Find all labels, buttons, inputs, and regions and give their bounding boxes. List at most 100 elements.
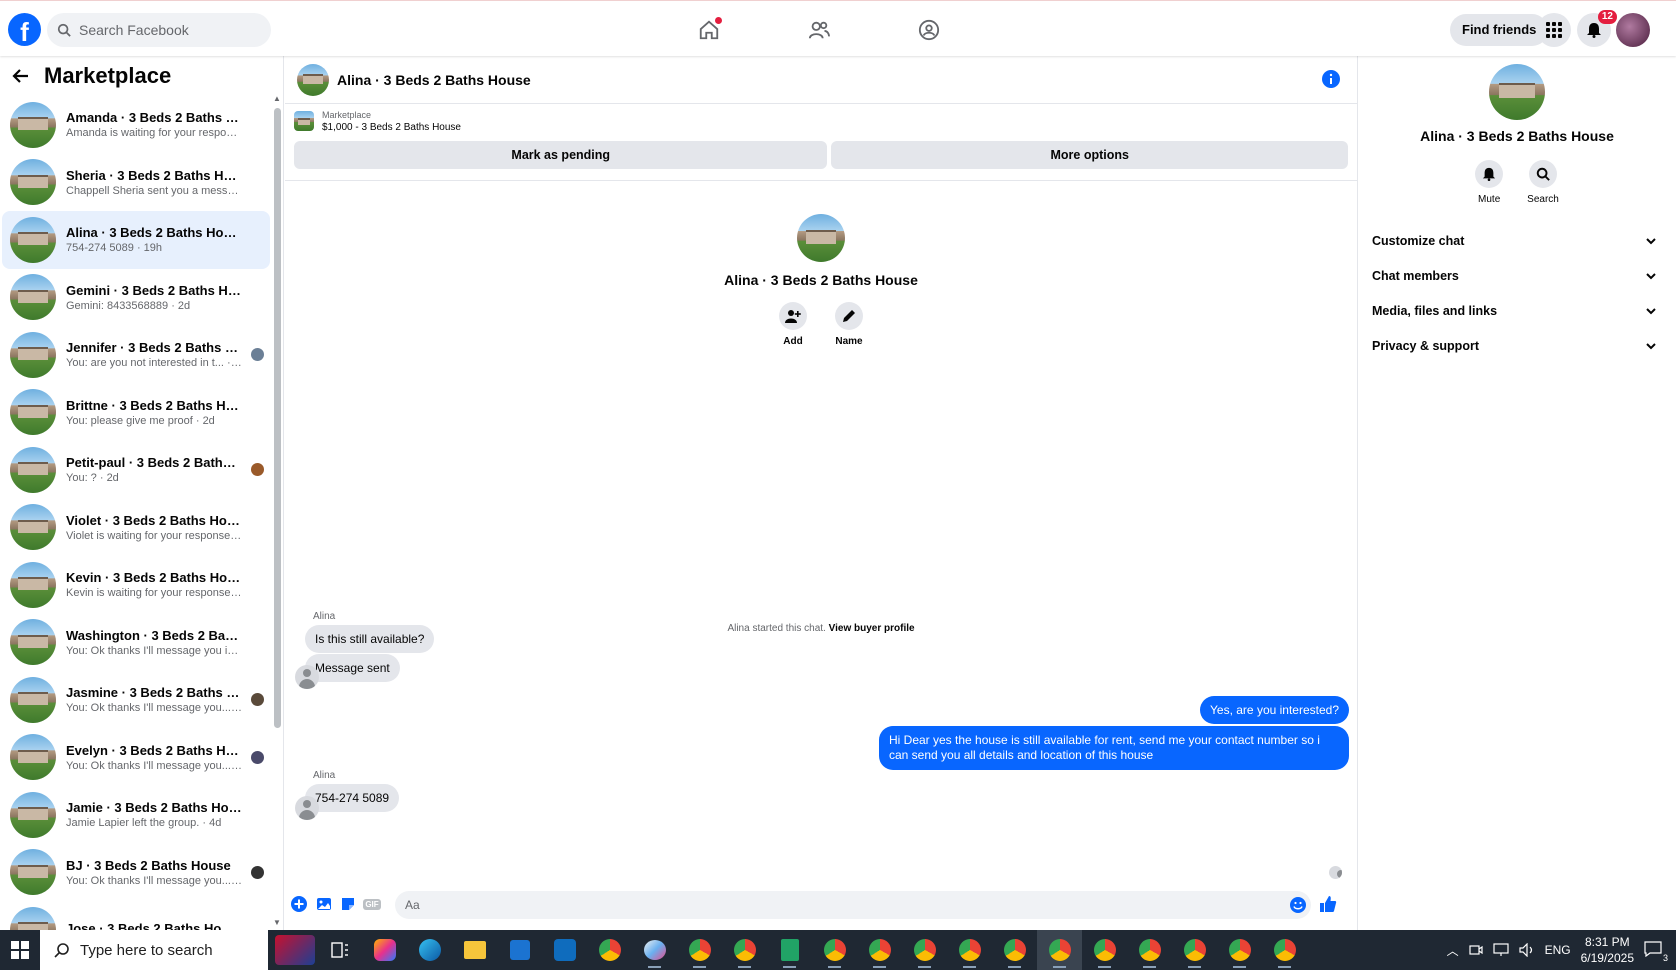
outgoing-message[interactable]: Yes, are you interested? <box>1200 696 1349 724</box>
privacy-support-section[interactable]: Privacy & support <box>1358 328 1676 363</box>
chrome-profile-button[interactable] <box>1262 930 1307 970</box>
conversation-item[interactable]: Brittne · 3 Beds 2 Baths House You: pleas… <box>2 384 270 442</box>
task-view-button[interactable] <box>317 930 362 970</box>
incoming-message[interactable]: Is this still available? <box>305 625 435 653</box>
chat-avatar[interactable] <box>297 63 329 96</box>
outlook-icon <box>553 939 576 961</box>
search-in-chat-button[interactable]: Search <box>1527 160 1559 205</box>
attach-photo-button[interactable] <box>315 895 333 913</box>
chrome-profile-button-active[interactable] <box>1037 930 1082 970</box>
add-member-button[interactable]: Add <box>779 302 807 347</box>
sender-avatar[interactable] <box>295 796 319 820</box>
chrome-icon <box>688 939 711 961</box>
chrome-profile-button[interactable] <box>947 930 992 970</box>
conversation-item[interactable]: Violet · 3 Beds 2 Baths House Violet is w… <box>2 499 270 557</box>
chrome-button[interactable] <box>587 930 632 970</box>
meet-now-icon[interactable] <box>1468 943 1483 957</box>
more-actions-button[interactable] <box>290 895 308 913</box>
chrome-profile-button[interactable] <box>857 930 902 970</box>
conversation-item[interactable]: Evelyn · 3 Beds 2 Baths House You: Ok tha… <box>2 729 270 787</box>
chrome-profile-button[interactable] <box>1082 930 1127 970</box>
facebook-logo[interactable]: f <box>8 13 41 46</box>
conversation-item[interactable]: Gemini · 3 Beds 2 Baths House Gemini: 843… <box>2 269 270 327</box>
conversation-item[interactable]: Jennifer · 3 Beds 2 Baths HouseYou: are … <box>2 326 270 384</box>
search-icon <box>54 943 69 958</box>
sender-avatar[interactable] <box>295 665 319 689</box>
chrome-icon <box>958 939 981 961</box>
notification-center-button[interactable]: 3 <box>1644 941 1668 963</box>
account-avatar[interactable] <box>1616 13 1650 47</box>
language-indicator[interactable]: ENG <box>1545 943 1571 957</box>
home-tab[interactable] <box>690 13 728 47</box>
scroll-up-arrow-icon[interactable]: ▲ <box>273 94 281 103</box>
clock[interactable]: 8:31 PM 6/19/2025 <box>1581 934 1634 966</box>
menu-button[interactable] <box>1537 13 1571 47</box>
conversation-preview: You: Ok thanks I'll message you in ... ·… <box>66 644 242 657</box>
like-send-button[interactable] <box>1319 895 1337 913</box>
chrome-profile-button[interactable] <box>677 930 722 970</box>
incoming-message[interactable]: 754-274 5089 <box>305 784 400 812</box>
find-friends-button[interactable]: Find friends <box>1450 14 1549 46</box>
gif-button[interactable]: GIF <box>363 895 381 913</box>
store-button[interactable] <box>497 930 542 970</box>
photo-icon <box>317 898 331 910</box>
conversation-name: Kevin · 3 Beds 2 Baths House <box>66 570 242 586</box>
paint-button[interactable] <box>632 930 677 970</box>
chrome-profile-button[interactable] <box>992 930 1037 970</box>
outlook-button[interactable] <box>542 930 587 970</box>
chrome-profile-button[interactable] <box>722 930 767 970</box>
scrollbar-thumb[interactable] <box>274 108 281 728</box>
mark-as-pending-button[interactable]: Mark as pending <box>294 141 828 169</box>
file-explorer-button[interactable] <box>452 930 497 970</box>
more-options-button[interactable]: More options <box>831 141 1348 169</box>
chrome-profile-button[interactable] <box>1127 930 1172 970</box>
conversation-item[interactable]: Jasmine · 3 Beds 2 Baths HouseYou: Ok th… <box>2 671 270 729</box>
chat-title[interactable]: Alina · 3 Beds 2 Baths House <box>337 72 531 88</box>
chrome-icon <box>1003 939 1026 961</box>
emoji-button[interactable] <box>1289 896 1307 914</box>
conversation-item[interactable]: Sheria · 3 Beds 2 Baths House Chappell Sh… <box>2 154 270 212</box>
friends-tab[interactable] <box>800 13 838 47</box>
sheets-button[interactable] <box>767 930 812 970</box>
conversation-item[interactable]: Jamie · 3 Beds 2 Baths House Jamie Lapier… <box>2 786 270 844</box>
network-icon[interactable] <box>1492 943 1509 957</box>
rename-button[interactable]: Name <box>835 302 863 347</box>
scroll-down-arrow-icon[interactable]: ▼ <box>273 918 281 927</box>
chevron-up-icon[interactable]: ︿ <box>1447 942 1459 959</box>
edge-button[interactable] <box>407 930 452 970</box>
back-arrow-icon[interactable] <box>12 67 30 85</box>
conversation-name: Petit-paul · 3 Beds 2 Baths Ho... <box>66 455 242 471</box>
chrome-profile-button[interactable] <box>812 930 857 970</box>
volume-icon[interactable] <box>1518 943 1535 957</box>
customize-chat-section[interactable]: Customize chat <box>1358 223 1676 258</box>
mute-button[interactable]: Mute <box>1475 160 1504 205</box>
chrome-profile-button[interactable] <box>902 930 947 970</box>
conversation-item[interactable]: Petit-paul · 3 Beds 2 Baths Ho...You: ? … <box>2 441 270 499</box>
incoming-message[interactable]: Message sent <box>305 654 400 682</box>
conversation-item-active[interactable]: Alina · 3 Beds 2 Baths House 754-274 5089… <box>2 211 270 269</box>
sticker-button[interactable] <box>339 895 357 913</box>
chrome-profile-button[interactable] <box>1217 930 1262 970</box>
media-files-links-section[interactable]: Media, files and links <box>1358 293 1676 328</box>
message-input[interactable]: Aa <box>395 891 1311 919</box>
info-icon[interactable] <box>1322 70 1340 88</box>
chat-members-section[interactable]: Chat members <box>1358 258 1676 293</box>
listing-info[interactable]: Marketplace $1,000 - 3 Beds 2 Baths Hous… <box>285 104 1357 138</box>
outgoing-message[interactable]: Hi Dear yes the house is still available… <box>879 726 1349 770</box>
start-button[interactable] <box>0 930 40 970</box>
copilot-button[interactable] <box>362 930 407 970</box>
chrome-profile-button[interactable] <box>1172 930 1217 970</box>
taskbar-search[interactable]: Type here to search <box>40 930 268 970</box>
sidebar-scrollbar[interactable]: ▲ ▼ <box>272 94 282 930</box>
conversation-item[interactable]: Kevin · 3 Beds 2 Baths House Kevin is wai… <box>2 556 270 614</box>
conversation-item[interactable]: Amanda · 3 Beds 2 Baths HouseAmanda is w… <box>2 96 270 154</box>
notifications-button[interactable]: 12 <box>1577 10 1617 47</box>
widgets-button[interactable] <box>272 930 317 970</box>
conversation-item[interactable]: BJ · 3 Beds 2 Baths House You: Ok thanks … <box>2 844 270 902</box>
search-facebook-input[interactable]: Search Facebook <box>47 13 271 47</box>
listing-category: Marketplace <box>322 109 372 120</box>
chat-header: Alina · 3 Beds 2 Baths House <box>285 56 1357 104</box>
conversation-item[interactable]: Washington · 3 Beds 2 Baths Ho...You: Ok… <box>2 614 270 672</box>
view-buyer-profile-link[interactable]: View buyer profile <box>829 623 915 634</box>
groups-tab[interactable] <box>910 13 948 47</box>
